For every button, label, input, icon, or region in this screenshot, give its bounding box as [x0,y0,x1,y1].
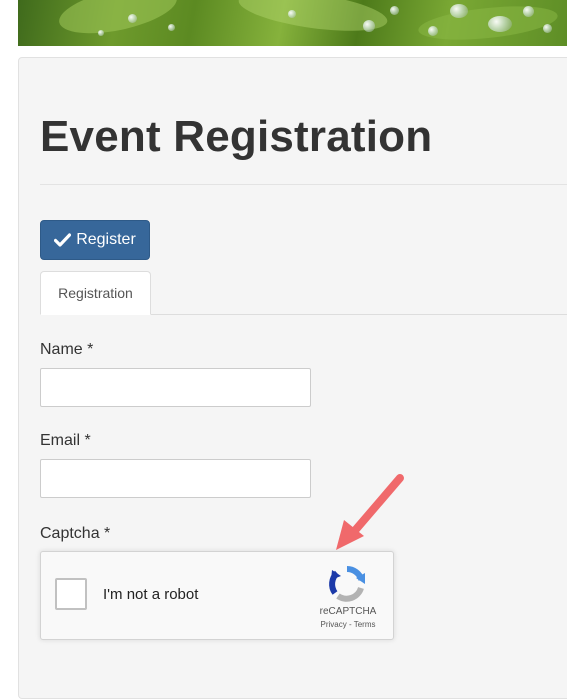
register-button-label: Register [76,231,136,248]
page-title: Event Registration [40,112,433,161]
recaptcha-checkbox[interactable] [55,578,87,610]
links-separator: - [346,620,354,629]
privacy-link[interactable]: Privacy [321,620,347,629]
annotation-arrow [330,470,410,555]
recaptcha-logo-icon [327,564,367,604]
tab-registration[interactable]: Registration [40,271,151,315]
recaptcha-checkbox-label: I'm not a robot [103,586,199,603]
email-input[interactable] [40,459,311,498]
header-banner-image [18,0,567,46]
email-label: Email * [40,432,91,449]
terms-link[interactable]: Terms [354,620,376,629]
register-button[interactable]: Register [40,220,150,260]
title-divider [40,184,567,185]
name-label: Name * [40,341,94,358]
recaptcha-links: Privacy - Terms [303,620,393,629]
captcha-label: Captcha * [40,525,111,542]
recaptcha-brand: reCAPTCHA [319,606,377,617]
recaptcha-widget: I'm not a robot reCAPTCHA Privacy - Term… [40,551,394,640]
checkmark-icon [54,233,72,247]
name-input[interactable] [40,368,311,407]
